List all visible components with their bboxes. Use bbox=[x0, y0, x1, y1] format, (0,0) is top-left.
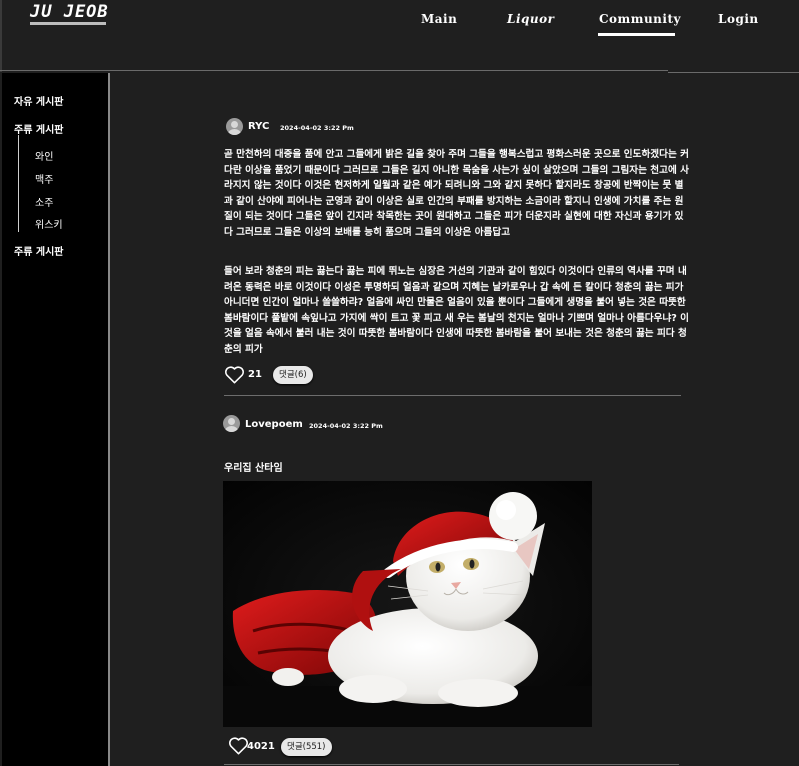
heart-outline-icon[interactable] bbox=[224, 365, 245, 384]
site-logo[interactable]: JU JEOB bbox=[30, 2, 109, 22]
sidebar-sub-soju[interactable]: 소주 bbox=[35, 194, 53, 209]
comments-button[interactable]: 댓글(6) bbox=[273, 366, 313, 384]
header-left-edge bbox=[0, 0, 2, 72]
nav-liquor[interactable]: Liquor bbox=[507, 12, 554, 26]
user-avatar-icon[interactable] bbox=[223, 415, 240, 432]
post-date: 2024-04-02 3:22 Pm bbox=[280, 124, 354, 132]
post-author[interactable]: Lovepoem bbox=[245, 419, 303, 430]
comments-button[interactable]: 댓글(551) bbox=[281, 738, 332, 756]
sidebar-sub-wine[interactable]: 와인 bbox=[35, 148, 53, 163]
sidebar-border bbox=[108, 73, 110, 766]
post-image-santa-cat bbox=[223, 481, 592, 727]
header-divider bbox=[0, 70, 668, 71]
post-divider bbox=[224, 764, 679, 765]
post-divider bbox=[224, 395, 681, 396]
logo-underline bbox=[30, 22, 106, 25]
cat-in-santa-hat-illustration bbox=[223, 481, 592, 727]
sidebar-item-free-board[interactable]: 자유 게시판 bbox=[14, 93, 63, 108]
nav-community[interactable]: Community bbox=[599, 12, 681, 26]
nav-active-indicator bbox=[598, 33, 675, 36]
header-divider-right bbox=[668, 72, 799, 73]
post-date: 2024-04-02 3:22 Pm bbox=[309, 422, 383, 430]
sidebar-sub-beer[interactable]: 맥주 bbox=[35, 171, 53, 186]
like-count: 21 bbox=[248, 369, 262, 380]
heart-outline-icon[interactable] bbox=[228, 736, 249, 755]
sidebar-item-liquor-board-2[interactable]: 주류 게시판 bbox=[14, 243, 63, 258]
sidebar-sub-whisky[interactable]: 위스키 bbox=[35, 216, 63, 231]
user-avatar-icon[interactable] bbox=[226, 118, 243, 135]
sidebar-tree-line bbox=[18, 135, 19, 232]
post-author[interactable]: RYC bbox=[248, 121, 269, 132]
like-count: 4021 bbox=[247, 741, 275, 752]
post-paragraph: 곧 만천하의 대중을 품에 안고 그들에게 밝은 길을 찾아 주며 그들을 행복… bbox=[224, 149, 689, 238]
post-title: 우리집 산타임 bbox=[224, 463, 283, 474]
post-paragraph: 들어 보라 청춘의 피는 끓는다 끓는 피에 뛰노는 심장은 거선의 기관과 같… bbox=[224, 266, 690, 355]
nav-main[interactable]: Main bbox=[421, 12, 457, 26]
sidebar-item-liquor-board[interactable]: 주류 게시판 bbox=[14, 121, 63, 136]
nav-login[interactable]: Login bbox=[718, 12, 759, 26]
top-header: JU JEOB Main Liquor Community Login bbox=[0, 0, 799, 72]
